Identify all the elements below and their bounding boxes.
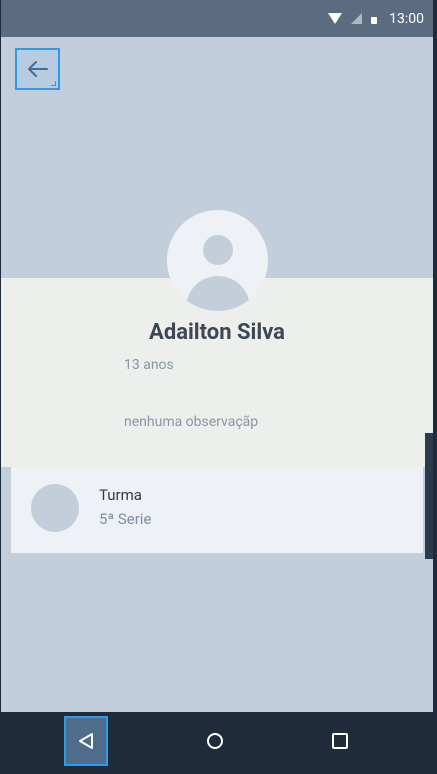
cell-signal-icon [351, 13, 363, 24]
wifi-icon [328, 13, 343, 24]
app-screen: 13:00 Adailton Silva 13 anos nenhuma obs… [1, 0, 433, 774]
arrow-left-icon [27, 61, 48, 77]
nav-back-icon [79, 733, 93, 749]
class-list-item[interactable]: Turma 5ª Serie [11, 467, 423, 553]
student-observation: nenhuma observaçãp [124, 414, 259, 430]
student-name: Adailton Silva [149, 320, 285, 345]
status-time: 13:00 [389, 10, 424, 27]
scrollbar-thumb[interactable] [425, 433, 433, 559]
nav-back-button[interactable] [64, 716, 108, 766]
back-button[interactable] [15, 48, 60, 90]
nav-recents-icon[interactable] [332, 733, 348, 749]
battery-icon [371, 13, 378, 24]
student-age: 13 anos [124, 357, 174, 373]
nav-home-icon[interactable] [207, 733, 223, 749]
class-avatar-icon [31, 484, 79, 532]
class-value: 5ª Serie [99, 510, 152, 528]
status-bar: 13:00 [1, 0, 433, 37]
content-panel [11, 553, 423, 713]
system-nav-bar [0, 712, 437, 774]
class-label: Turma [99, 486, 142, 504]
user-avatar-icon [167, 210, 268, 311]
